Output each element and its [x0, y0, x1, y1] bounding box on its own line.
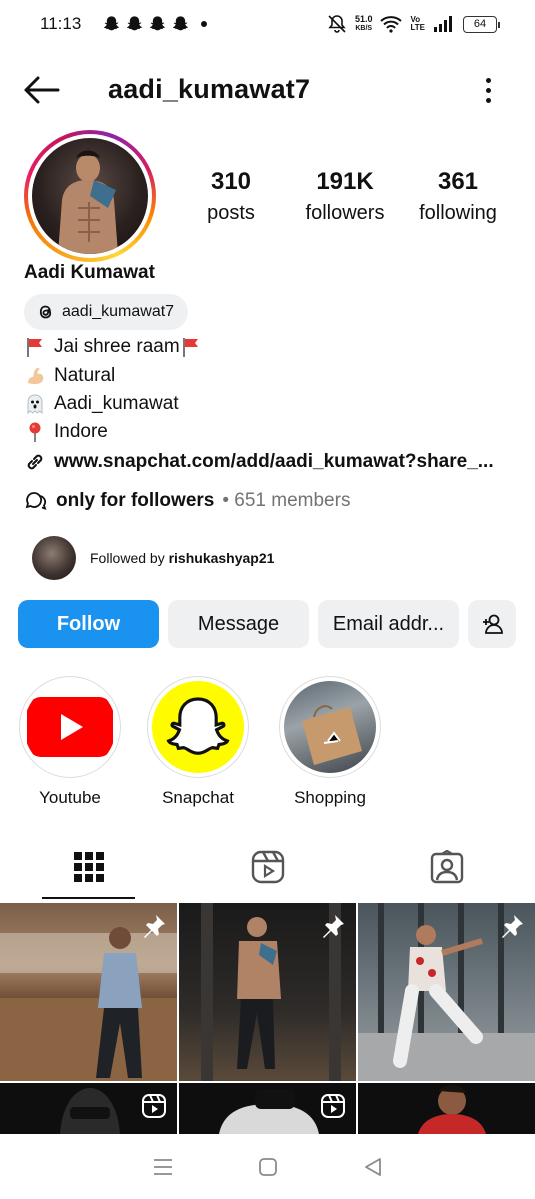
- round-pushpin-icon: [29, 422, 41, 442]
- flexed-biceps-icon: [28, 367, 44, 384]
- email-button[interactable]: Email addr...: [318, 600, 459, 648]
- post-tile[interactable]: [179, 903, 356, 1081]
- highlight-label: Snapchat: [162, 788, 234, 807]
- system-navigation-bar: [0, 1134, 535, 1199]
- more-notifications-dot: [201, 21, 208, 27]
- suggest-users-button[interactable]: [468, 600, 516, 648]
- tab-posts[interactable]: [42, 842, 135, 892]
- snapchat-notification-icon: [127, 16, 143, 31]
- volte-label-bottom: LTE: [410, 23, 425, 32]
- post-tile[interactable]: [0, 903, 177, 1081]
- broadcast-channel[interactable]: only for followers • 651 members: [24, 490, 350, 512]
- followed-by-user[interactable]: rishukashyap21: [169, 550, 275, 566]
- bio-line: Natural: [24, 365, 115, 387]
- battery-indicator: 64: [463, 15, 500, 33]
- bio-line: Jai shree raam: [24, 336, 202, 358]
- post-tile[interactable]: [358, 1083, 535, 1134]
- more-options-icon[interactable]: [476, 74, 500, 106]
- status-right-icons: 51.0 KB/S Vo LTE 64: [327, 14, 500, 34]
- channel-members: • 651 members: [222, 490, 351, 511]
- status-bar: 11:13 51.0 KB/S Vo LTE 64: [0, 0, 535, 48]
- post-tile[interactable]: [179, 1083, 356, 1134]
- channel-name[interactable]: only for followers: [56, 490, 214, 512]
- tab-reels[interactable]: [221, 842, 314, 892]
- followers-stat[interactable]: 191K followers: [296, 168, 394, 225]
- snapchat-notification-icon: [173, 16, 189, 31]
- back-arrow-icon[interactable]: [22, 74, 60, 106]
- highlight-snapchat[interactable]: Snapchat: [146, 676, 250, 808]
- followed-by-row[interactable]: Followed by rishukashyap21: [32, 536, 274, 580]
- network-speed: 51.0 KB/S: [355, 15, 373, 33]
- network-speed-value: 51.0: [354, 14, 373, 24]
- bio-text: Indore: [54, 421, 108, 442]
- add-person-icon: [483, 614, 503, 634]
- pinned-icon: [144, 915, 165, 938]
- tagged-icon: [430, 850, 463, 884]
- tab-tagged[interactable]: [400, 842, 493, 892]
- snapchat-notification-icon: [104, 16, 120, 31]
- display-name: Aadi Kumawat: [24, 262, 155, 283]
- profile-link[interactable]: www.snapchat.com/add/aadi_kumawat?share_…: [24, 451, 494, 473]
- bio-text: Aadi_kumawat: [54, 393, 179, 414]
- link-text[interactable]: www.snapchat.com/add/aadi_kumawat?share_…: [54, 451, 494, 473]
- threads-badge[interactable]: aadi_kumawat7: [24, 294, 189, 330]
- highlight-youtube[interactable]: Youtube: [18, 676, 122, 808]
- post-tile[interactable]: [358, 903, 535, 1081]
- followers-count: 191K: [316, 168, 374, 195]
- posts-stat[interactable]: 310 posts: [190, 168, 272, 225]
- status-time: 11:13: [40, 14, 82, 33]
- back-nav-icon[interactable]: [363, 1157, 383, 1177]
- following-count: 361: [437, 168, 479, 195]
- bio-line: Indore: [24, 421, 108, 443]
- menu-icon[interactable]: [152, 1157, 174, 1177]
- snapchat-logo-icon: [152, 681, 244, 773]
- notification-icons: [103, 15, 208, 33]
- page-title: aadi_kumawat7: [108, 74, 311, 104]
- highlight-label: Youtube: [39, 788, 101, 807]
- threads-handle: aadi_kumawat7: [62, 303, 175, 320]
- highlight-shopping[interactable]: Shopping: [278, 676, 382, 808]
- ghost-icon: [27, 394, 43, 415]
- bio-text: Natural: [54, 365, 116, 386]
- reel-badge-icon: [321, 1094, 345, 1118]
- home-icon[interactable]: [258, 1157, 278, 1177]
- bio-text: Jai shree raam: [54, 336, 180, 357]
- reel-badge-icon: [142, 1094, 166, 1118]
- active-tab-indicator: [42, 897, 135, 899]
- volte-indicator: Vo LTE: [410, 16, 425, 32]
- pinned-icon: [502, 915, 523, 938]
- follow-button[interactable]: Follow: [18, 600, 159, 648]
- highlight-label: Shopping: [294, 788, 366, 807]
- reels-icon: [251, 850, 284, 884]
- follower-avatar: [32, 536, 76, 580]
- flag-icon: [182, 338, 198, 357]
- following-label: following: [419, 202, 497, 224]
- mute-bell-icon: [328, 15, 346, 33]
- signal-icon: [434, 16, 452, 32]
- shopping-bag-image: [284, 681, 376, 773]
- threads-icon: [39, 305, 52, 319]
- profile-header: aadi_kumawat7: [0, 62, 535, 118]
- network-speed-unit: KB/S: [355, 25, 373, 32]
- pinned-icon: [323, 915, 344, 938]
- flag-icon: [27, 338, 42, 357]
- profile-avatar[interactable]: [24, 130, 156, 262]
- link-icon: [27, 454, 43, 470]
- snapchat-notification-icon: [150, 16, 166, 31]
- post-tile[interactable]: [0, 1083, 177, 1134]
- message-button[interactable]: Message: [168, 600, 309, 648]
- youtube-logo-icon: [24, 681, 116, 773]
- avatar-photo: [32, 138, 148, 254]
- wifi-icon: [380, 16, 403, 33]
- posts-count: 310: [210, 168, 252, 195]
- followed-by-prefix: Followed by: [90, 550, 165, 566]
- following-stat[interactable]: 361 following: [410, 168, 506, 225]
- followers-label: followers: [305, 202, 385, 224]
- channel-chat-icon: [25, 492, 47, 510]
- posts-label: posts: [207, 202, 255, 224]
- bio-line: Aadi_kumawat: [24, 393, 179, 415]
- grid-icon: [73, 852, 104, 882]
